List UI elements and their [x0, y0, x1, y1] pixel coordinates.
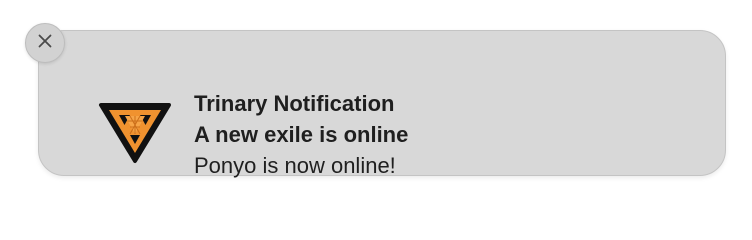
close-icon — [37, 33, 53, 54]
app-name: Trinary Notification — [194, 91, 395, 116]
close-button[interactable] — [25, 23, 65, 63]
trinary-emblem-icon — [97, 101, 173, 165]
notification-body: Ponyo is now online! — [194, 153, 396, 178]
notification-banner[interactable]: Trinary Notification A new exile is onli… — [38, 30, 726, 178]
notification-title: A new exile is online — [194, 122, 409, 147]
